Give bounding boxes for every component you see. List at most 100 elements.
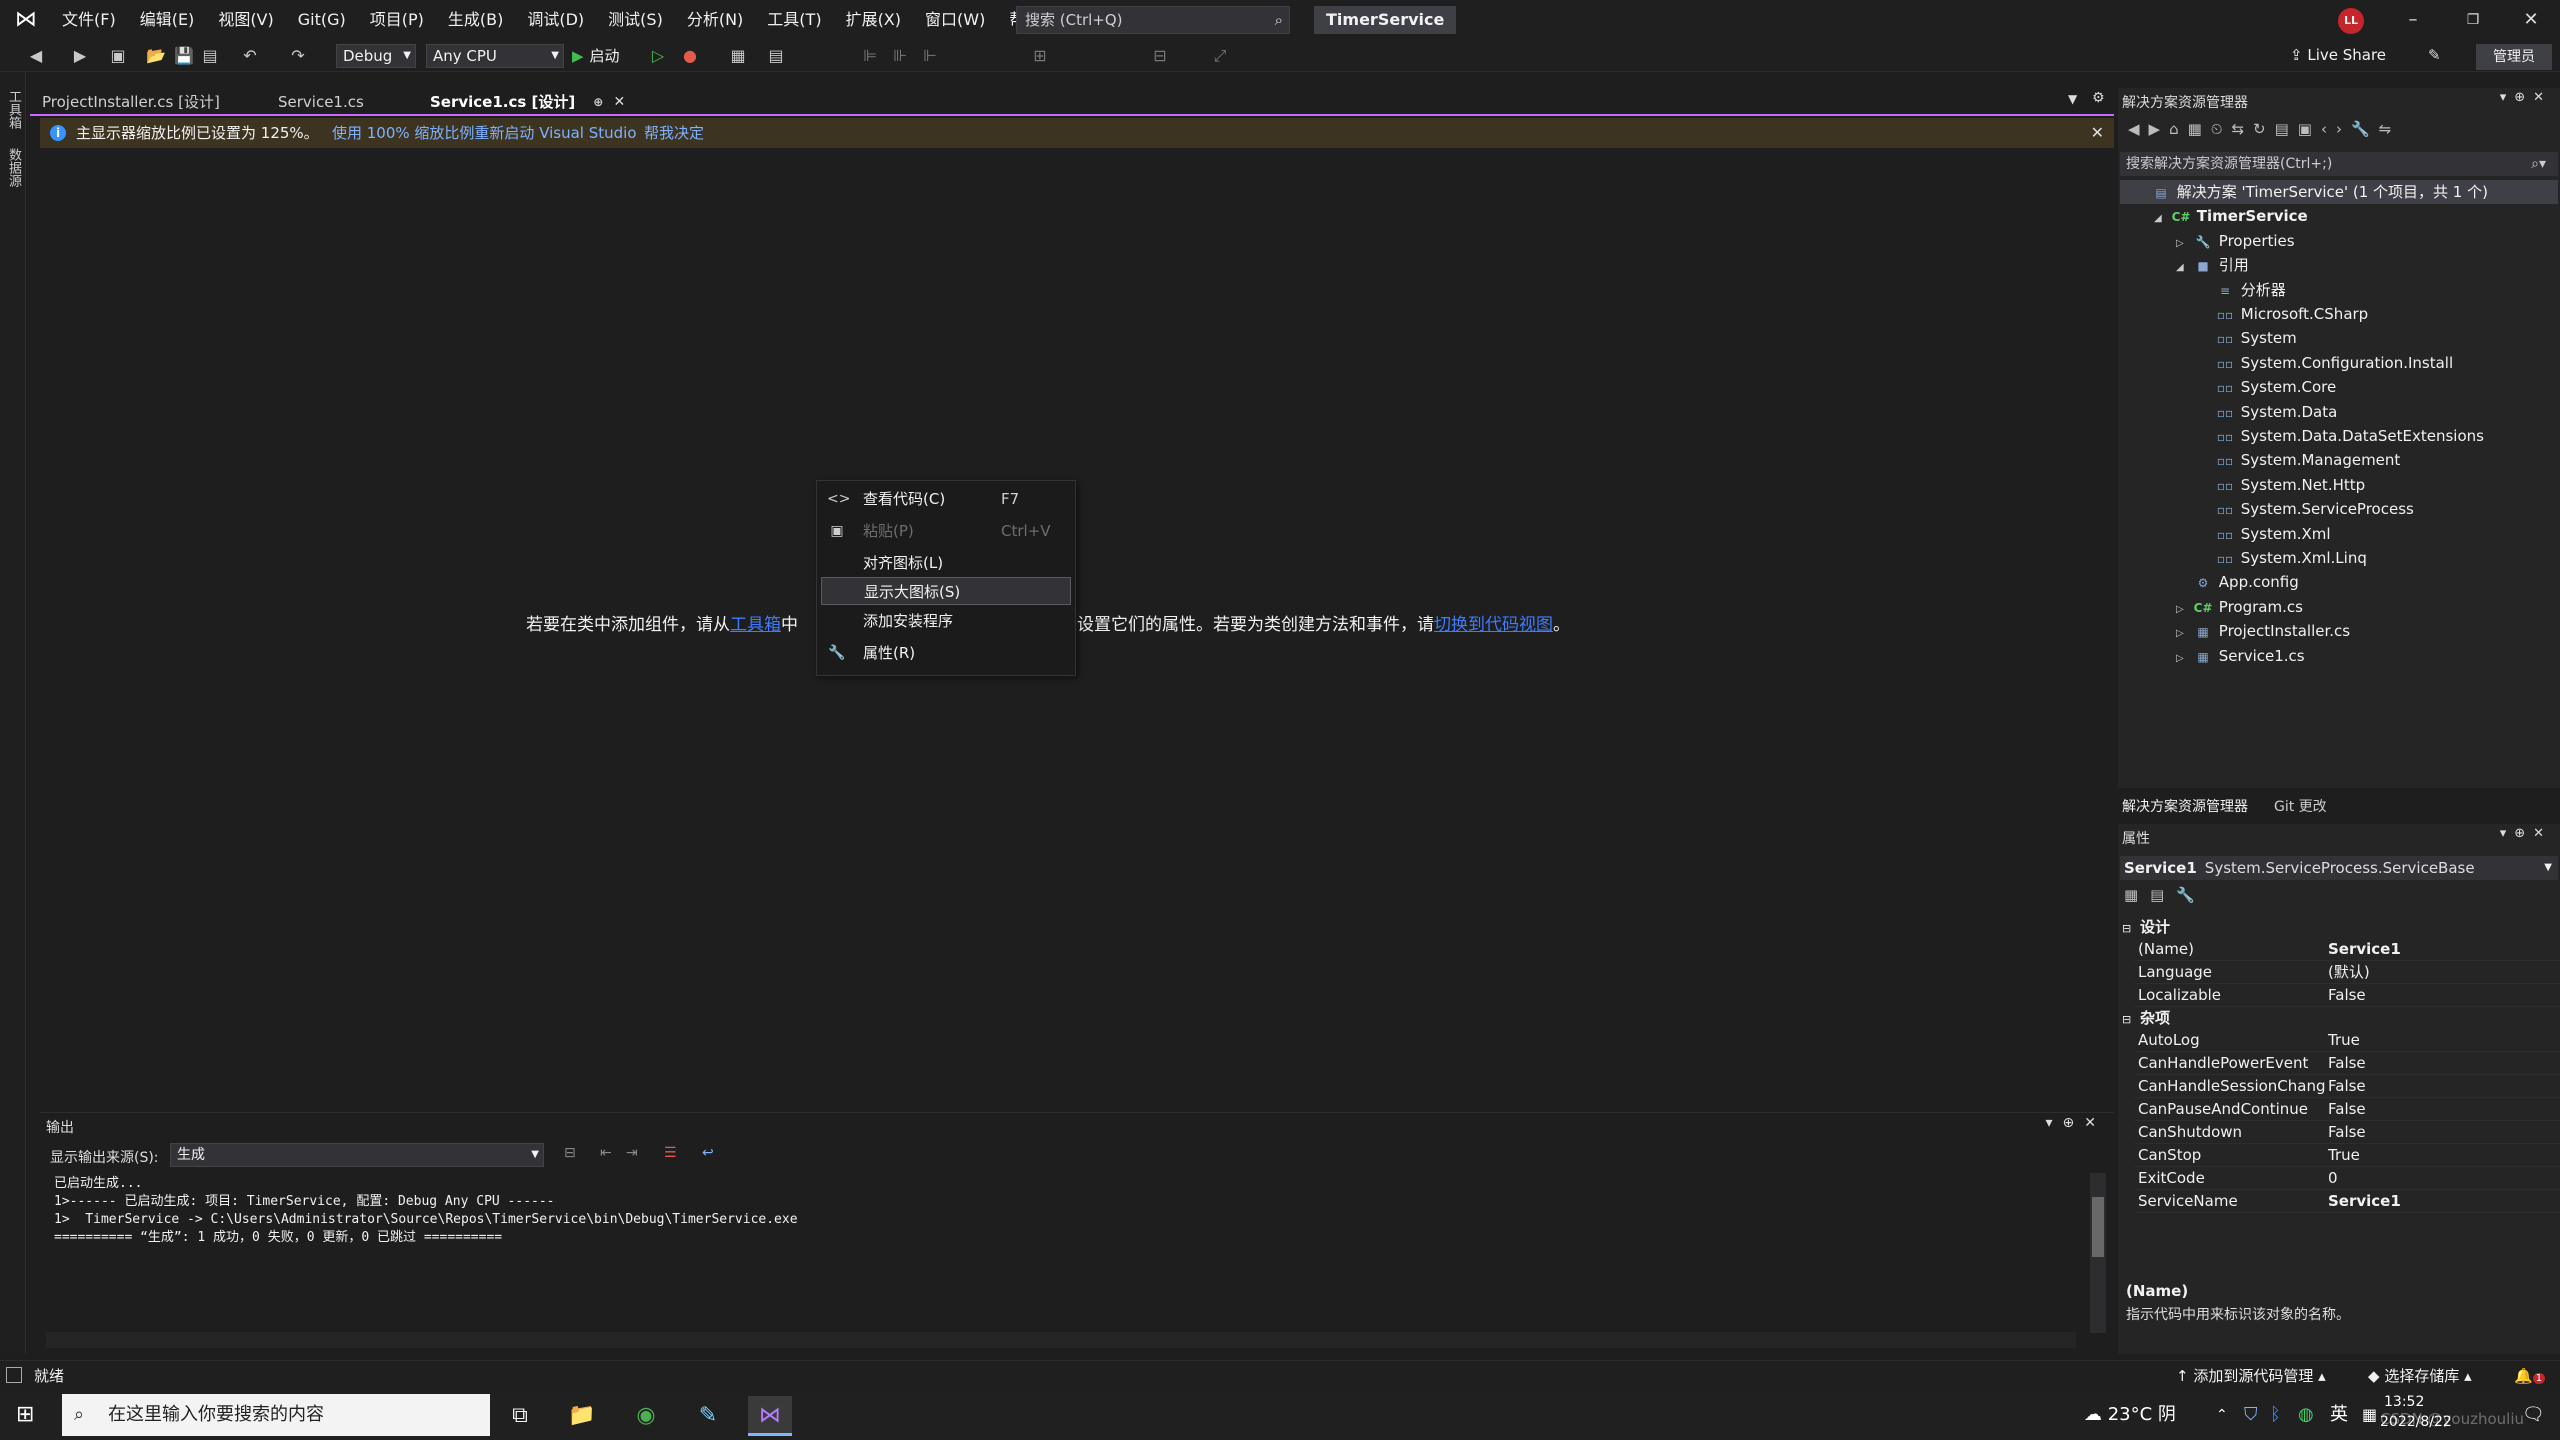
context-menu-item[interactable]: 显示大图标(S)	[821, 577, 1071, 605]
menu-item[interactable]: 文件(F)	[50, 0, 128, 40]
tree-node[interactable]: ▷ C# Program.cs	[2176, 595, 2303, 619]
close-tab-icon[interactable]: ✕	[614, 90, 626, 114]
toolbox-tab[interactable]: 工具箱	[4, 90, 23, 129]
order-icon[interactable]: ⊟	[1150, 46, 1170, 66]
property-value[interactable]: False	[2328, 1075, 2366, 1098]
property-row[interactable]: ServiceName Service1	[2134, 1190, 2560, 1213]
menu-item[interactable]: 编辑(E)	[128, 0, 207, 40]
pin-icon[interactable]: ⊕	[593, 90, 603, 114]
component-designer-surface[interactable]: 若要在类中添加组件，请从工具箱中 来设置它们的属性。若要为类创建方法和事件，请切换…	[40, 148, 2114, 1104]
tree-node[interactable]: ▷ ▦ ProjectInstaller.cs	[2176, 619, 2350, 643]
context-menu-item[interactable]: 添加安装程序	[821, 607, 1071, 635]
property-row[interactable]: CanShutdown False	[2134, 1121, 2560, 1144]
tab-dropdown-icon[interactable]: ▼	[2068, 92, 2077, 106]
help-decide-link[interactable]: 帮我决定	[644, 118, 704, 148]
tray-overflow-icon[interactable]: ⌃	[2216, 1390, 2228, 1440]
property-row[interactable]: (Name) Service1	[2134, 938, 2560, 961]
start-without-debug-icon[interactable]: ▷	[648, 46, 668, 66]
tab-service1-code[interactable]: Service1.cs	[266, 90, 376, 114]
tree-node[interactable]: ◢ C# TimerService	[2154, 204, 2308, 228]
tab-projectinstaller-design[interactable]: ProjectInstaller.cs [设计]	[30, 90, 232, 114]
gear-icon[interactable]: ⚙	[2092, 90, 2105, 106]
property-value[interactable]: (默认)	[2328, 961, 2370, 984]
align-left-icon[interactable]: ⊫	[860, 46, 880, 66]
tree-node[interactable]: ▫▫ System	[2198, 326, 2297, 350]
wechat-icon[interactable]: ◍	[2298, 1390, 2314, 1440]
object-selector[interactable]: Service1 System.ServiceProcess.ServiceBas…	[2120, 856, 2558, 880]
tree-node[interactable]: ▤ 解决方案 'TimerService' (1 个项目，共 1 个)	[2120, 180, 2558, 204]
open-folder-icon[interactable]: 📂	[146, 46, 166, 66]
configuration-select[interactable]: Debug ▼	[336, 44, 416, 68]
tab-solution-explorer[interactable]: 解决方案资源管理器	[2122, 796, 2248, 816]
resize-icon[interactable]: ⤢	[1210, 46, 1230, 66]
tree-node[interactable]: ▫▫ System.Xml.Linq	[2198, 546, 2367, 570]
panel-controls[interactable]: ▾⊕✕	[2046, 1115, 2107, 1131]
property-row[interactable]: CanStop True	[2134, 1144, 2560, 1167]
panel-controls[interactable]: ▾⊕✕	[2500, 826, 2552, 841]
live-share-button[interactable]: ⇪ Live Share	[2290, 46, 2386, 64]
property-value[interactable]: Service1	[2328, 938, 2401, 961]
solution-explorer-toolbar[interactable]: ◀▶⌂▦⏲⇆↻▤▣‹›🔧⇋	[2128, 120, 2400, 138]
tree-node[interactable]: ▫▫ System.Core	[2198, 375, 2336, 399]
property-value[interactable]: False	[2328, 984, 2366, 1007]
browse-icon[interactable]: ▦	[728, 46, 748, 66]
search-input[interactable]: 搜索 (Ctrl+Q) ⌕	[1016, 6, 1290, 34]
tree-node[interactable]: ▷ 🔧 Properties	[2176, 229, 2295, 253]
tab-service1-design[interactable]: Service1.cs [设计] ⊕ ✕	[418, 90, 636, 114]
restart-100-link[interactable]: 使用 100% 缩放比例重新启动 Visual Studio	[332, 118, 637, 148]
hot-reload-icon[interactable]: ●	[680, 46, 700, 66]
property-row[interactable]: CanPauseAndContinue False	[2134, 1098, 2560, 1121]
panel-controls[interactable]: ▾⊕✕	[2500, 90, 2552, 105]
property-value[interactable]: 0	[2328, 1167, 2338, 1190]
action-center-icon[interactable]: 🗨	[2522, 1390, 2545, 1440]
menu-item[interactable]: 生成(B)	[436, 0, 515, 40]
select-repository-button[interactable]: ◆ 选择存储库 ▴	[2368, 1361, 2472, 1391]
property-value[interactable]: Service1	[2328, 1190, 2401, 1213]
solution-search-input[interactable]: 搜索解决方案资源管理器(Ctrl+;) ⌕▾	[2120, 152, 2558, 176]
word-wrap-icon[interactable]: ↩	[702, 1145, 714, 1161]
undo-icon[interactable]: ↶	[240, 46, 260, 66]
data-sources-tab[interactable]: 数据源	[4, 148, 23, 187]
vertical-scrollbar[interactable]	[2090, 1173, 2106, 1333]
align-center-icon[interactable]: ⊪	[890, 46, 910, 66]
menu-item[interactable]: 窗口(W)	[913, 0, 997, 40]
menu-item[interactable]: 分析(N)	[675, 0, 755, 40]
user-avatar[interactable]: LL	[2338, 8, 2364, 34]
expander-icon[interactable]: ◢	[2176, 256, 2192, 280]
next-message-icon[interactable]: ⇥	[626, 1145, 638, 1161]
menu-item[interactable]: 工具(T)	[755, 0, 833, 40]
redo-icon[interactable]: ↷	[288, 46, 308, 66]
clear-all-icon[interactable]: ☰	[664, 1145, 677, 1161]
expander-icon[interactable]: ▷	[2176, 232, 2192, 256]
save-all-icon[interactable]: ▤	[200, 46, 220, 66]
notepad-icon[interactable]: ✎	[686, 1396, 730, 1436]
prev-message-icon[interactable]: ⇤	[600, 1145, 612, 1161]
tab-git-changes[interactable]: Git 更改	[2274, 796, 2327, 816]
context-menu-item[interactable]: <> 查看代码(C) F7	[821, 485, 1071, 513]
property-value[interactable]: False	[2328, 1052, 2366, 1075]
minimize-button[interactable]: –	[2388, 6, 2438, 34]
weather-widget[interactable]: ☁ 23°C 阴	[2084, 1390, 2176, 1440]
property-row[interactable]: ExitCode 0	[2134, 1167, 2560, 1190]
property-value[interactable]: True	[2328, 1144, 2360, 1167]
clock-time[interactable]: 13:52	[2384, 1394, 2424, 1410]
tree-node[interactable]: ≡ 分析器	[2198, 278, 2286, 302]
scroll-thumb[interactable]	[2092, 1197, 2104, 1257]
code-view-link[interactable]: 切换到代码视图	[1434, 615, 1553, 635]
ime-indicator[interactable]: 英	[2330, 1390, 2348, 1440]
menu-item[interactable]: 项目(P)	[358, 0, 436, 40]
menu-item[interactable]: 测试(S)	[596, 0, 675, 40]
start-debug-button[interactable]: ▶ 启动	[572, 44, 620, 68]
output-source-select[interactable]: 生成 ▼	[170, 1143, 544, 1167]
menu-item[interactable]: 扩展(X)	[834, 0, 913, 40]
property-row[interactable]: CanHandleSessionChange False	[2134, 1075, 2560, 1098]
back-icon[interactable]: ◀	[26, 46, 46, 66]
expander-icon[interactable]: ▷	[2176, 647, 2192, 671]
align-right-icon[interactable]: ⊩	[920, 46, 940, 66]
property-category[interactable]: ⊟ 设计	[2118, 916, 2560, 938]
property-row[interactable]: Language (默认)	[2134, 961, 2560, 984]
property-value[interactable]: False	[2328, 1121, 2366, 1144]
horizontal-scrollbar[interactable]	[46, 1332, 2076, 1348]
expander-icon[interactable]: ▷	[2176, 598, 2192, 622]
solution-name-badge[interactable]: TimerService	[1314, 6, 1457, 34]
